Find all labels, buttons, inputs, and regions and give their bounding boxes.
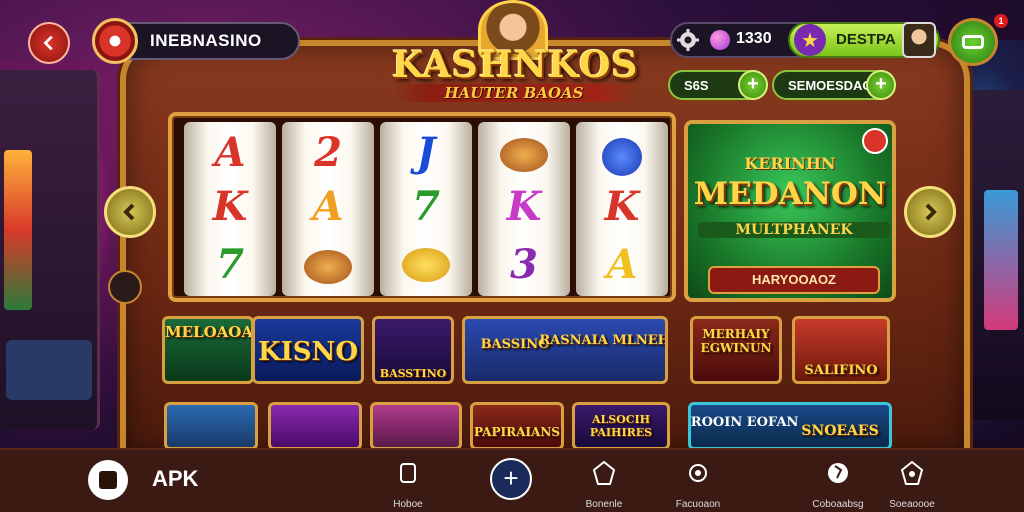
reel-symbol: K [604, 183, 640, 230]
game-card[interactable]: MERHAIY EGWINUN [690, 316, 782, 384]
gem-icon [710, 30, 730, 50]
next-arrow-button[interactable] [904, 186, 956, 238]
promo-main-text: MEDANON [693, 176, 887, 212]
reel-symbol: 3 [510, 241, 538, 288]
reel-3: J 7 [380, 122, 472, 296]
reel-4: K 3 [478, 122, 570, 296]
game-card[interactable]: KISNO [252, 316, 364, 384]
gear-icon[interactable] [676, 28, 700, 52]
game-card[interactable]: MELOAOAK [162, 316, 254, 384]
arcade-machine-left [0, 70, 100, 430]
arcade-machine-right [964, 90, 1024, 420]
brand-logo [92, 18, 138, 64]
promo-top-text: KERINHN [744, 154, 836, 173]
promo-sub-text: MULTPHANEK [698, 222, 890, 238]
reel-symbol: 2 [314, 129, 342, 176]
chevron-left-icon [43, 35, 53, 51]
game-card-label: KISNO [258, 337, 358, 367]
extra-label: DESTPA [836, 31, 896, 48]
promo-button[interactable]: HARYOOAOZ [708, 266, 880, 294]
brand-name: INEBNASINO [150, 31, 262, 50]
game-card[interactable]: BASSINO RASNAIA MLNEHKS [462, 316, 668, 384]
star-icon: ★ [794, 24, 826, 56]
reel-2: 2 A [282, 122, 374, 296]
reel-symbol: 7 [412, 183, 440, 230]
back-button[interactable] [28, 22, 70, 64]
mini-pill-label: SEMOESDAO [788, 77, 873, 93]
home-icon [400, 463, 416, 483]
prev-arrow-button[interactable] [104, 186, 156, 238]
reel-1: A K 7 [184, 122, 276, 296]
blue-orb-icon [602, 138, 642, 176]
bonus-icon [592, 460, 616, 485]
game-card-label: MERHAIY EGWINUN [700, 327, 772, 355]
notification-badge: 1 [994, 14, 1008, 28]
menu-button[interactable] [948, 18, 998, 66]
game-card[interactable] [164, 402, 258, 450]
promo-badge-icon [862, 128, 888, 154]
mini-pill-1[interactable]: S6S + [668, 70, 768, 100]
reel-symbol: A [312, 183, 344, 230]
game-card[interactable] [268, 402, 362, 450]
nav-item-bonus[interactable]: Bonenle [564, 458, 644, 510]
reel-symbol: J [416, 129, 436, 176]
game-title: KASHNKOS HAUTER BAOAS [392, 44, 639, 116]
game-card[interactable]: PAPIRAIANS [470, 402, 564, 450]
game-card[interactable]: SALIFINO [792, 316, 890, 384]
nav-item-label: Hoboe [393, 499, 423, 510]
hotdog-icon [304, 250, 352, 284]
game-card-label: BASSTINO [379, 367, 447, 380]
menu-icon [962, 35, 984, 49]
nav-item-label: Coboaabsg [812, 499, 864, 510]
game-card-label: ALSOCIH PAIHIRES [589, 413, 653, 439]
game-card-label: PAPIRAIANS [474, 425, 560, 439]
nav-item-label: Soeaoooe [889, 499, 935, 510]
nav-item-settings[interactable]: Facuoaon [658, 458, 738, 510]
reel-symbol: 7 [216, 241, 244, 288]
add-button[interactable]: + [490, 458, 532, 500]
chevron-right-icon [925, 203, 937, 221]
globe-icon [828, 463, 848, 483]
game-card[interactable] [370, 402, 462, 450]
reel-symbol: A [214, 129, 246, 176]
nav-item-label: Bonenle [585, 499, 623, 510]
apk-label[interactable]: APK [152, 466, 198, 492]
profile-icon [900, 460, 924, 485]
gold-coins-icon [402, 248, 450, 282]
game-card-label: RASNAIA MLNEHKS [539, 333, 668, 348]
mini-pill-2[interactable]: SEMOESDAO + [772, 70, 896, 100]
nav-item-profile[interactable]: Soeaoooe [872, 458, 952, 510]
game-card[interactable]: FROOIN EOFAN SNOEAES [688, 402, 892, 450]
chevron-left-icon [123, 203, 135, 221]
nav-item-label: Facuoaon [675, 499, 721, 510]
nav-item-globe[interactable]: Coboaabsg [798, 458, 878, 510]
nav-item-home[interactable]: Hoboe [368, 458, 448, 510]
reel-symbol: K [506, 183, 542, 230]
apk-icon[interactable] [88, 460, 128, 500]
hotdog-icon [500, 138, 548, 172]
mini-pill-label: S6S [684, 77, 709, 93]
coin-balance: 1330 [736, 30, 772, 47]
brand-pill[interactable]: INEBNASINO [92, 18, 300, 64]
title-sub: HAUTER BAOAS [392, 84, 636, 102]
game-card-label: SALIFINO [804, 363, 878, 378]
plus-icon[interactable]: + [866, 70, 896, 100]
game-card-label: SNOEAES [801, 423, 879, 439]
settings-icon [689, 464, 707, 482]
reel-5: K A [576, 122, 668, 296]
avatar[interactable] [902, 22, 936, 58]
small-round-button[interactable] [108, 270, 142, 304]
plus-icon[interactable]: + [738, 70, 768, 100]
game-card[interactable]: ALSOCIH PAIHIRES [572, 402, 670, 450]
reel-symbol: K [212, 183, 248, 230]
reel-symbol: A [606, 241, 638, 288]
promo-panel[interactable]: KERINHN MEDANON MULTPHANEK HARYOOAOZ [684, 120, 896, 302]
title-main: KASHNKOS [392, 44, 639, 86]
reels-frame: A K 7 2 A J 7 K 3 K A [168, 112, 676, 302]
game-card[interactable]: BASSTINO [372, 316, 454, 384]
game-card-label: MELOAOAK [165, 323, 253, 341]
